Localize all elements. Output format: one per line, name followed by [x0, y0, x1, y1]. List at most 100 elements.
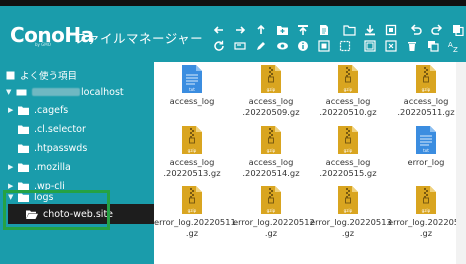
- chevron-right-icon[interactable]: ▶: [8, 163, 18, 171]
- file-type-label: gzip: [267, 87, 276, 92]
- download-icon[interactable]: [361, 22, 379, 38]
- file-name: error_log.20220511: [154, 217, 236, 227]
- file-type-label: gzip: [267, 208, 276, 213]
- gzip-file-icon: gzip: [182, 186, 202, 214]
- select-all-icon[interactable]: [361, 38, 379, 54]
- highlight-box: [3, 190, 110, 230]
- folder-icon: [18, 163, 29, 172]
- folder-icon: [18, 125, 29, 134]
- file-item[interactable]: gzip access_log .20220513.gz: [154, 126, 230, 186]
- gzip-file-icon: gzip: [416, 65, 436, 93]
- sidebar-item-label: .cagefs: [34, 104, 69, 116]
- info-icon[interactable]: [294, 38, 312, 54]
- sort-icon[interactable]: AZ: [445, 38, 463, 54]
- file-item[interactable]: gzip error_log.20220514 .gz: [388, 186, 466, 246]
- file-type-label: gzip: [422, 87, 431, 92]
- file-item[interactable]: txt error_log: [388, 126, 464, 186]
- sidebar-item-htpasswds[interactable]: .htpasswds: [18, 138, 87, 158]
- sidebar-item-label: .cl.selector: [34, 123, 86, 135]
- open-icon[interactable]: [315, 22, 333, 38]
- file-name: error_log: [407, 157, 445, 167]
- file-item[interactable]: gzip error_log.20220512 .gz: [233, 186, 315, 246]
- sidebar: よく使う項目 ▼ localhost ▶ .cagefs .cl.selecto…: [0, 62, 154, 264]
- file-name-ext: .20220510.gz: [319, 107, 377, 117]
- gzip-file-icon: gzip: [261, 186, 281, 214]
- edit-icon[interactable]: [252, 38, 270, 54]
- file-type-label: gzip: [422, 208, 431, 213]
- drive-icon: [16, 88, 27, 97]
- file-type-label: gzip: [344, 87, 353, 92]
- file-type-label: txt: [189, 87, 195, 92]
- file-item[interactable]: gzip access_log .20220514.gz: [233, 126, 309, 186]
- favorites-label: よく使う項目: [20, 71, 78, 82]
- cut-icon[interactable]: [382, 38, 400, 54]
- file-name: access_log: [325, 96, 371, 106]
- reload-icon[interactable]: [210, 38, 228, 54]
- file-name: access_log: [248, 96, 294, 106]
- redacted-host: [32, 88, 80, 96]
- sidebar-item-label: .htpasswds: [34, 142, 88, 154]
- forward-icon[interactable]: [231, 22, 249, 38]
- logo-subtext: by GMO: [35, 42, 51, 47]
- scrollbar[interactable]: [456, 62, 466, 264]
- file-item[interactable]: gzip access_log .20220511.gz: [388, 65, 464, 125]
- chevron-down-icon[interactable]: ▼: [6, 88, 16, 96]
- file-type-label: gzip: [188, 148, 197, 153]
- host-label: localhost: [81, 86, 124, 98]
- gzip-file-icon: gzip: [182, 126, 202, 154]
- upload-icon[interactable]: [294, 22, 312, 38]
- new-folder-icon[interactable]: [273, 22, 291, 38]
- file-item[interactable]: gzip access_log .20220509.gz: [233, 65, 309, 125]
- copy-files-icon[interactable]: [449, 22, 466, 38]
- text-file-icon: txt: [416, 126, 436, 154]
- favorites-icon: [6, 71, 15, 80]
- sidebar-item-cagefs[interactable]: ▶ .cagefs: [8, 100, 68, 120]
- file-name-ext: .gz: [185, 228, 199, 238]
- file-item[interactable]: gzip error_log.20220513 .gz: [310, 186, 392, 246]
- trash-icon[interactable]: [403, 38, 421, 54]
- gzip-file-icon: gzip: [261, 126, 281, 154]
- up-icon[interactable]: [252, 22, 270, 38]
- duplicate-icon[interactable]: [424, 38, 442, 54]
- file-type-label: gzip: [344, 148, 353, 153]
- new-folder-alt-icon[interactable]: [340, 22, 358, 38]
- file-type-label: gzip: [344, 208, 353, 213]
- file-type-label: gzip: [188, 208, 197, 213]
- file-item[interactable]: txt access_log: [154, 65, 230, 125]
- file-grid: txt access_log gzip access_log .20220509.gz g…: [154, 62, 466, 264]
- file-name: access_log: [325, 157, 371, 167]
- file-item[interactable]: gzip access_log .20220515.gz: [310, 126, 386, 186]
- folder-icon: [18, 144, 29, 153]
- header: ConoHa by GMO ファイルマネージャー AZ: [0, 0, 466, 62]
- toolbar-row-2: AZ: [210, 38, 466, 56]
- file-item[interactable]: gzip error_log.20220511 .gz: [154, 186, 236, 246]
- file-name-ext: .gz: [419, 228, 433, 238]
- app-title: ファイルマネージャー: [74, 31, 204, 46]
- file-name-ext: .20220511.gz: [397, 107, 455, 117]
- copy-icon[interactable]: [382, 22, 400, 38]
- file-name-ext: .gz: [341, 228, 355, 238]
- file-item[interactable]: gzip access_log .20220510.gz: [310, 65, 386, 125]
- sidebar-item-mozilla[interactable]: ▶ .mozilla: [8, 157, 71, 177]
- gzip-file-icon: gzip: [338, 186, 358, 214]
- file-name: access_log: [248, 157, 294, 167]
- view-icon[interactable]: [273, 38, 291, 54]
- text-file-icon: txt: [182, 65, 202, 93]
- gzip-file-icon: gzip: [416, 186, 436, 214]
- sidebar-host[interactable]: ▼ localhost: [6, 82, 124, 102]
- chevron-right-icon[interactable]: ▶: [8, 106, 18, 114]
- file-name: error_log.20220514: [388, 217, 466, 227]
- redo-icon[interactable]: [428, 22, 446, 38]
- file-name: error_log.20220512: [233, 217, 315, 227]
- sidebar-item-cl-selector[interactable]: .cl.selector: [18, 119, 86, 139]
- file-name: access_log: [169, 157, 215, 167]
- file-name: error_log.20220513: [310, 217, 392, 227]
- undo-icon[interactable]: [407, 22, 425, 38]
- select-icon[interactable]: [336, 38, 354, 54]
- file-name: access_log: [169, 96, 215, 106]
- back-icon[interactable]: [210, 22, 228, 38]
- rename-icon[interactable]: [231, 38, 249, 54]
- grid-icon[interactable]: [315, 38, 333, 54]
- file-type-label: txt: [423, 148, 429, 153]
- top-strip: [0, 0, 466, 6]
